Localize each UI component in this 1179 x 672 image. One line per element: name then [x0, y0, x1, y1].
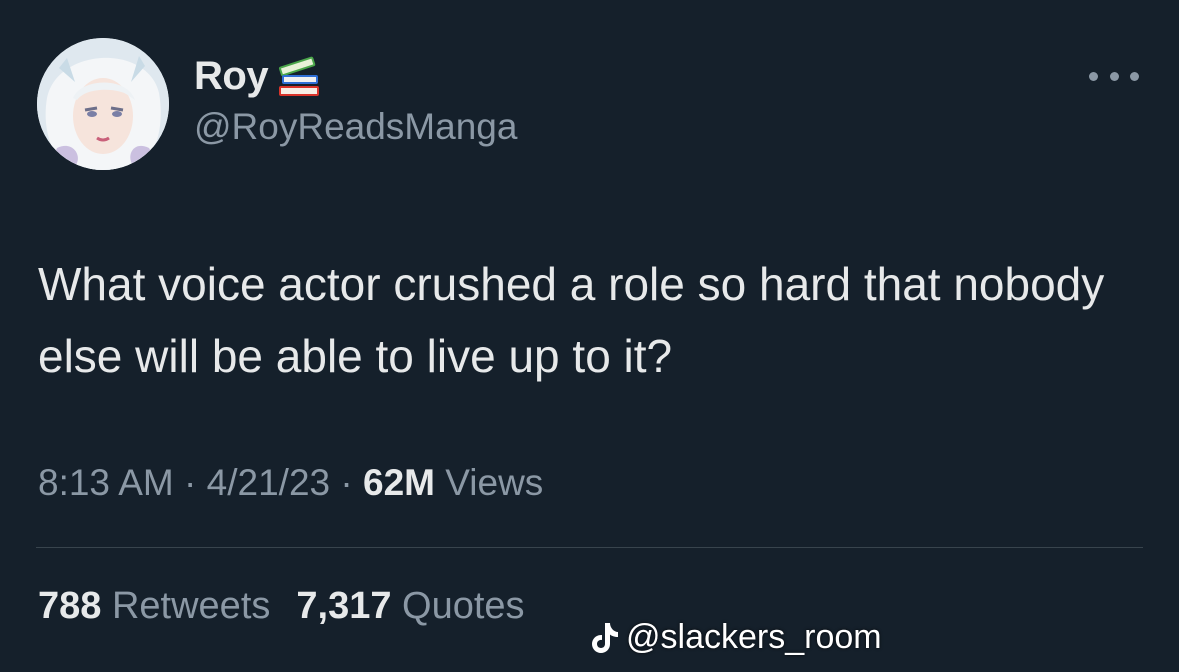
avatar-image	[37, 38, 169, 170]
quotes-label: Quotes	[402, 585, 525, 627]
tiktok-icon	[590, 621, 620, 655]
watermark: @slackers_room	[590, 618, 882, 657]
divider	[36, 547, 1143, 548]
quotes-link[interactable]: 7,317 Quotes	[296, 585, 524, 627]
tweet-text: What voice actor crushed a role so hard …	[38, 258, 1105, 382]
retweets-label: Retweets	[111, 585, 271, 627]
tweet-date[interactable]: 4/21/23	[207, 462, 330, 503]
user-name-row[interactable]: Roy	[194, 54, 324, 99]
more-dot-icon	[1089, 71, 1098, 81]
user-handle[interactable]: @RoyReadsManga	[194, 106, 517, 148]
tweet-time[interactable]: 8:13 AM	[38, 462, 174, 503]
views-count: 62M	[363, 462, 435, 503]
display-name[interactable]: Roy	[194, 54, 269, 99]
views-label: Views	[445, 462, 544, 503]
books-icon	[274, 55, 324, 99]
tweet-stats: 788 Retweets 7,317 Quotes	[38, 585, 525, 628]
meta-separator: ·	[330, 462, 363, 503]
avatar[interactable]	[37, 38, 169, 170]
retweets-link[interactable]: 788 Retweets	[38, 585, 270, 627]
watermark-text: @slackers_room	[626, 618, 882, 656]
more-dot-icon	[1109, 71, 1119, 81]
quotes-count: 7,317	[296, 585, 392, 627]
more-dot-icon	[1130, 71, 1139, 81]
retweets-count: 788	[38, 585, 102, 627]
meta-separator: ·	[173, 462, 207, 503]
more-options-button[interactable]	[1089, 62, 1139, 90]
tweet-meta: 8:13 AM · 4/21/23 · 62M Views	[38, 462, 543, 504]
